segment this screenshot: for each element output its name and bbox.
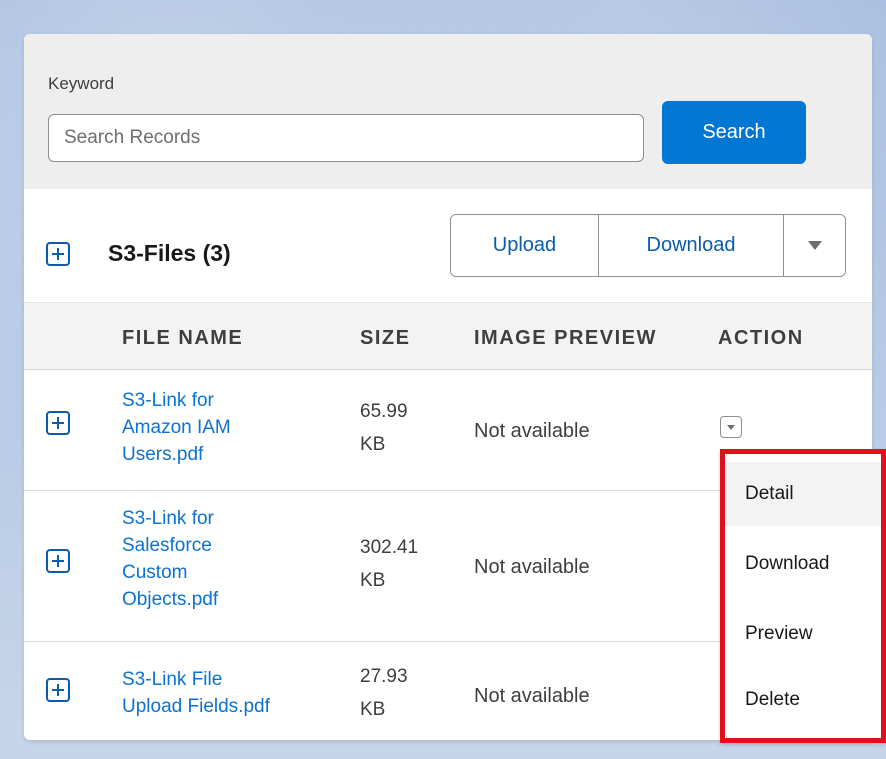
files-button-group: Upload Download: [450, 214, 846, 277]
file-name-link[interactable]: S3-Link File Upload Fields.pdf: [122, 666, 332, 720]
file-name-link[interactable]: S3-Link for Amazon IAM Users.pdf: [122, 387, 332, 468]
download-button[interactable]: Download: [599, 215, 784, 276]
image-preview-text: Not available: [474, 556, 590, 578]
expand-row-plus-icon[interactable]: [46, 678, 70, 702]
column-header-size: SIZE: [360, 327, 411, 349]
search-button[interactable]: Search: [662, 101, 806, 164]
chevron-down-icon: [727, 424, 735, 430]
column-header-file-name: FILE NAME: [122, 327, 244, 349]
file-name-link[interactable]: S3-Link for Salesforce Custom Objects.pd…: [122, 505, 332, 613]
keyword-label: Keyword: [48, 74, 115, 93]
file-size: 302.41 KB: [360, 537, 419, 591]
file-size: 27.93 KB: [360, 666, 408, 720]
row-action-menu: Detail Download Preview Delete: [720, 449, 886, 743]
row-action-dropdown-button[interactable]: [720, 416, 742, 438]
table-header: FILE NAME SIZE IMAGE PREVIEW ACTION: [24, 302, 872, 370]
upload-button[interactable]: Upload: [451, 215, 599, 276]
chevron-down-icon: [807, 241, 822, 250]
more-actions-button[interactable]: [784, 215, 845, 276]
menu-item-detail[interactable]: Detail: [725, 462, 881, 526]
files-title: S3-Files (3): [108, 240, 231, 266]
search-panel: Keyword Search: [24, 34, 872, 189]
search-input[interactable]: [48, 114, 644, 162]
expand-files-plus-icon[interactable]: [46, 242, 70, 266]
column-header-image-preview: IMAGE PREVIEW: [474, 327, 657, 349]
column-header-action: ACTION: [718, 327, 804, 349]
menu-item-preview[interactable]: Preview: [725, 602, 881, 666]
menu-item-download[interactable]: Download: [725, 532, 881, 596]
image-preview-text: Not available: [474, 685, 590, 707]
image-preview-text: Not available: [474, 420, 590, 442]
expand-row-plus-icon[interactable]: [46, 411, 70, 435]
expand-row-plus-icon[interactable]: [46, 549, 70, 573]
menu-item-delete[interactable]: Delete: [725, 668, 881, 732]
file-size: 65.99 KB: [360, 401, 408, 455]
